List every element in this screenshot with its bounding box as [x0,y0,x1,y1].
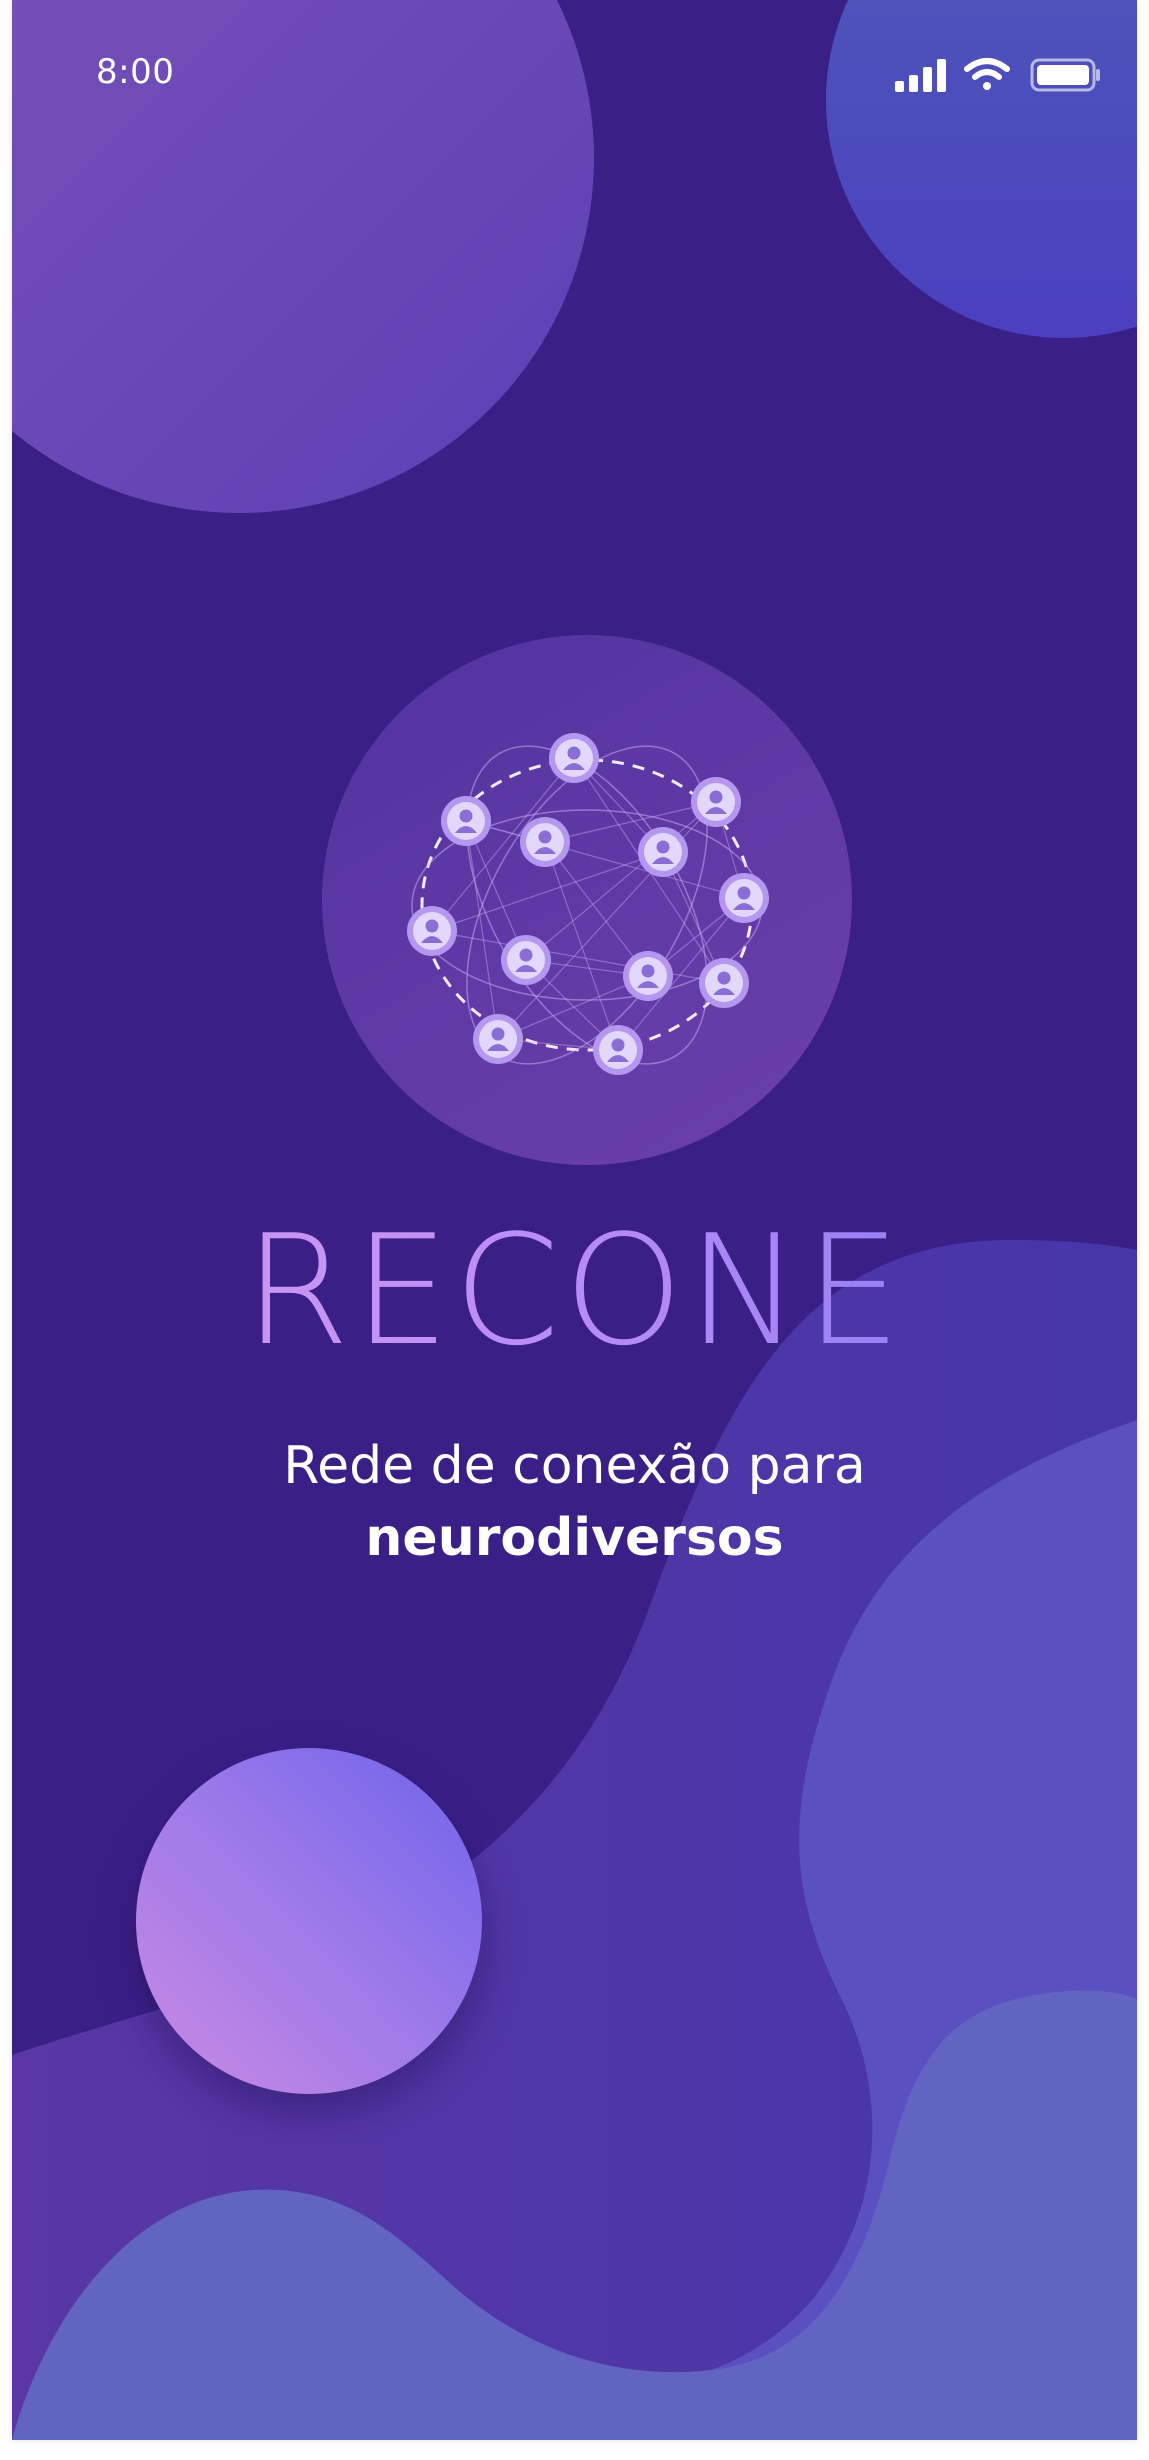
status-icons [895,58,1100,92]
person-avatar-icon [441,796,491,846]
tagline-line-2: neurodiversos [365,1508,784,1568]
person-avatar-icon [520,817,570,867]
signal-icon [895,59,946,92]
person-avatar-icon [407,906,457,956]
person-avatar-icon [549,733,599,783]
person-avatar-icon [638,827,688,877]
people-network-icon [407,733,769,1075]
battery-icon [1030,58,1100,92]
app-screen: 8:00 RECONE Rede de conexão para neurodi… [12,0,1137,2440]
person-avatar-icon [623,951,673,1001]
person-avatar-icon [501,935,551,985]
wifi-icon [964,58,1010,90]
person-avatar-icon [719,873,769,923]
person-avatar-icon [691,777,741,827]
person-avatar-icon [699,958,749,1008]
status-time: 8:00 [96,52,175,92]
start-button[interactable] [136,1748,482,2094]
decor-circle-top-right [826,0,1137,338]
app-title: RECONE [12,1215,1137,1367]
person-avatar-icon [473,1014,523,1064]
tagline-line-1: Rede de conexão para [283,1436,866,1496]
person-avatar-icon [593,1025,643,1075]
